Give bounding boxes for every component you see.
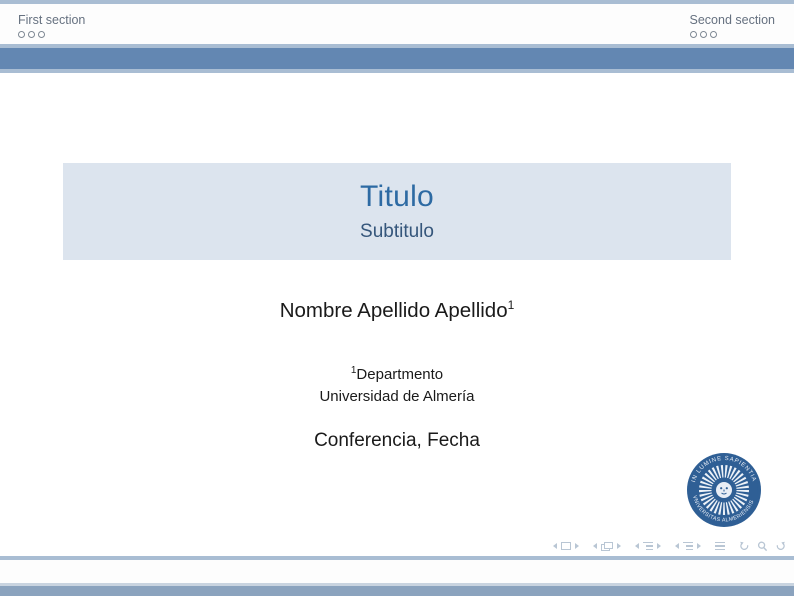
frame-dot[interactable] <box>710 31 717 38</box>
search-icon[interactable] <box>757 541 768 552</box>
beamer-slide: First section Second section Titulo Subt… <box>0 0 794 596</box>
section-label[interactable]: Second section <box>690 13 775 27</box>
frame-dot[interactable] <box>690 31 697 38</box>
back-icon[interactable] <box>739 541 750 552</box>
conference-date: Conferencia, Fecha <box>0 430 794 452</box>
mini-frame-dots <box>18 31 85 38</box>
frame-dot[interactable] <box>38 31 45 38</box>
department-text: Departmento <box>356 366 443 383</box>
header-navigation-row: First section Second section <box>0 4 794 44</box>
slide-icon[interactable] <box>561 542 571 550</box>
institute-university: Universidad de Almería <box>0 386 794 408</box>
frame-dot[interactable] <box>700 31 707 38</box>
bottom-bar <box>0 586 794 596</box>
universidad-de-almeria-seal-icon: IN LUMINE SAPIENTIA VNIVERSITAS ALMERIEN… <box>686 452 762 528</box>
subsection-nav-group <box>635 542 661 551</box>
section-label[interactable]: First section <box>18 13 85 27</box>
title-box: Titulo Subtitulo <box>63 163 731 260</box>
prev-frame-icon[interactable] <box>593 543 597 549</box>
forward-icon[interactable] <box>775 541 786 552</box>
mini-frame-dots <box>690 31 717 38</box>
frame-icon[interactable] <box>601 542 613 551</box>
header-blue-bar <box>0 48 794 69</box>
prev-subsection-icon[interactable] <box>635 543 639 549</box>
frame-dot[interactable] <box>28 31 35 38</box>
sidebar-item-second-section[interactable]: Second section <box>690 13 775 38</box>
appendix-icon[interactable] <box>715 542 725 551</box>
footer-row: Titulo corredero Universidad de Almería <box>0 560 794 583</box>
next-subsection-icon[interactable] <box>657 543 661 549</box>
next-section-icon[interactable] <box>697 543 701 549</box>
appendix-nav-group <box>715 542 725 551</box>
subsection-icon[interactable] <box>643 542 653 551</box>
history-nav-group <box>739 541 786 552</box>
frame-nav-group <box>593 542 621 551</box>
page-title: Titulo <box>360 180 434 214</box>
author-footnote-mark: 1 <box>508 298 515 312</box>
prev-slide-icon[interactable] <box>553 543 557 549</box>
section-icon[interactable] <box>683 542 693 551</box>
slide-nav-group <box>553 542 579 550</box>
author-name: Nombre Apellido Apellido1 <box>0 298 794 323</box>
prev-section-icon[interactable] <box>675 543 679 549</box>
page-subtitle: Subtitulo <box>360 221 434 243</box>
sidebar-item-first-section[interactable]: First section <box>18 13 85 38</box>
frame-dot[interactable] <box>18 31 25 38</box>
author-text: Nombre Apellido Apellido <box>280 299 508 322</box>
next-frame-icon[interactable] <box>617 543 621 549</box>
institute-department: 1Departmento <box>0 360 794 386</box>
next-slide-icon[interactable] <box>575 543 579 549</box>
beamer-navigation-bar <box>553 539 786 553</box>
institute-block: 1Departmento Universidad de Almería <box>0 360 794 408</box>
divider <box>0 69 794 73</box>
section-nav-group <box>675 542 701 551</box>
